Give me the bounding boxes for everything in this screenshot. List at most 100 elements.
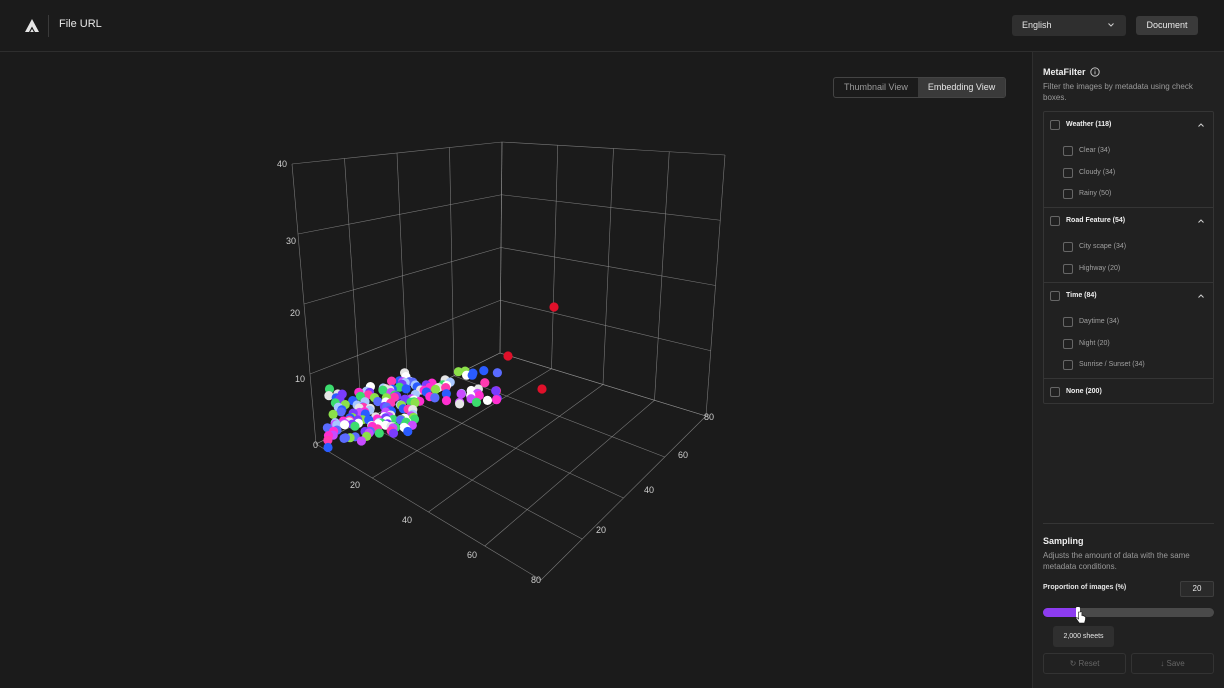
filter-item-label: Clear (34) [1079,147,1111,154]
chevron-up-icon[interactable] [1197,292,1205,300]
main-panel: 0 10 20 30 40 20 40 60 80 20 40 60 80 Thumbnail View… [0,52,1032,688]
filter-item[interactable]: Night (20) [1044,336,1213,352]
checkbox[interactable] [1063,189,1073,199]
info-icon[interactable] [1090,67,1100,77]
scatter-point [387,376,397,386]
scatter-point [471,397,482,407]
scatter-point [491,395,502,405]
checkbox[interactable] [1063,146,1073,156]
checkbox[interactable] [1063,242,1073,252]
checkbox[interactable] [1050,387,1060,397]
document-button[interactable]: Document [1136,16,1198,35]
x-tick-label: 80 [531,575,541,585]
top-bar: File URL English Document [0,0,1224,52]
scatter-point [350,421,360,431]
language-select[interactable]: English [1012,15,1126,36]
filter-group-label: None (200) [1066,388,1102,395]
grid-line [499,352,707,417]
filter-group-header[interactable]: Weather (118) [1044,117,1213,133]
checkbox[interactable] [1063,339,1073,349]
metafilter-list: Weather (118) Clear (34) Cloudy (34) Rai… [1043,111,1214,404]
checkbox[interactable] [1063,317,1073,327]
filter-group-label: Time (84) [1066,292,1097,299]
filter-item[interactable]: Cloudy (34) [1044,165,1213,181]
x-tick-label: 20 [350,480,360,490]
checkbox[interactable] [1050,120,1060,130]
reset-icon: ↻ [1069,659,1077,668]
tab-embedding-view[interactable]: Embedding View [917,78,1006,97]
filter-item[interactable]: Rainy (50) [1044,186,1213,202]
proportion-input[interactable]: 20 [1180,581,1214,597]
scatter-point [482,395,493,405]
grid-line [540,415,707,581]
scatter-point [323,442,333,453]
scatter-point [401,384,411,394]
grid-line [551,145,559,369]
y-tick-label: 20 [596,525,606,535]
grid-line [396,152,409,399]
tab-thumbnail-view[interactable]: Thumbnail View [834,78,918,97]
scatter-point [479,366,489,376]
proportion-slider[interactable] [1043,607,1214,618]
scatter-point [456,389,466,399]
grid-line [291,163,317,445]
filter-group-header[interactable]: Road Feature (54) [1044,213,1213,229]
checkbox[interactable] [1050,216,1060,226]
save-button[interactable]: ↓ Save [1131,653,1214,674]
y-tick-label: 60 [678,450,688,460]
scatter-point [441,396,452,406]
pointer-cursor-icon [1075,611,1086,624]
filter-group-weather: Weather (118) Clear (34) Cloudy (34) Rai… [1044,112,1213,208]
app-logo-icon[interactable] [24,18,40,34]
filter-group-label: Weather (118) [1066,121,1112,128]
filter-item[interactable]: Highway (20) [1044,261,1213,277]
language-select-value: English [1022,20,1052,30]
checkbox[interactable] [1063,264,1073,274]
checkbox[interactable] [1063,360,1073,370]
chevron-up-icon[interactable] [1197,121,1205,129]
filter-group-time: Time (84) Daytime (34) Night (20) Sunris… [1044,283,1213,379]
z-tick-label: 40 [277,159,287,169]
filter-item-label: Night (20) [1079,340,1110,347]
filter-group-header[interactable]: Time (84) [1044,288,1213,304]
scatter-point [374,428,384,438]
filter-item-label: Cloudy (34) [1079,169,1116,176]
checkbox[interactable] [1050,291,1060,301]
scatter-point [430,384,441,394]
sampling-title: Sampling [1043,536,1084,546]
scatter-point [328,409,338,419]
chevron-up-icon[interactable] [1197,217,1205,225]
reset-button-label: Reset [1078,659,1100,668]
grid-line [654,151,670,401]
x-tick-label: 60 [467,550,477,560]
grid-line [344,158,363,422]
z-tick-label: 20 [290,308,300,318]
app-title: File URL [59,18,102,30]
grid-line [705,154,726,417]
checkbox[interactable] [1063,168,1073,178]
embedding-3d-scatter-chart[interactable]: 0 10 20 30 40 20 40 60 80 20 40 60 80 [0,52,1032,688]
metafilter-description: Filter the images by metadata using chec… [1043,82,1193,102]
filter-item[interactable]: Sunrise / Sunset (34) [1044,357,1213,373]
filter-item[interactable]: Clear (34) [1044,143,1213,159]
metafilter-title: MetaFilter [1043,67,1086,77]
filter-group-header[interactable]: None (200) [1044,384,1213,400]
filter-item[interactable]: Daytime (34) [1044,314,1213,330]
scatter-point-outlier [503,351,513,361]
scatter-point [336,407,346,417]
scatter-point [430,393,440,403]
scatter-point [339,433,349,443]
z-tick-label: 0 [313,440,318,450]
scatter-point [453,367,463,377]
scatter-point [492,368,502,378]
filter-item[interactable]: City scape (34) [1044,239,1213,255]
z-tick-label: 30 [286,236,296,246]
y-tick-label: 40 [644,485,654,495]
filter-group-label: Road Feature (54) [1066,217,1126,224]
grid-line [453,375,665,458]
filter-group-none: None (200) [1044,379,1213,404]
scatter-point [340,420,350,430]
reset-button[interactable]: ↻ Reset [1043,653,1126,674]
metafilter-sidebar: MetaFilter Filter the images by metadata… [1032,52,1224,688]
save-button-label: Save [1166,659,1185,668]
